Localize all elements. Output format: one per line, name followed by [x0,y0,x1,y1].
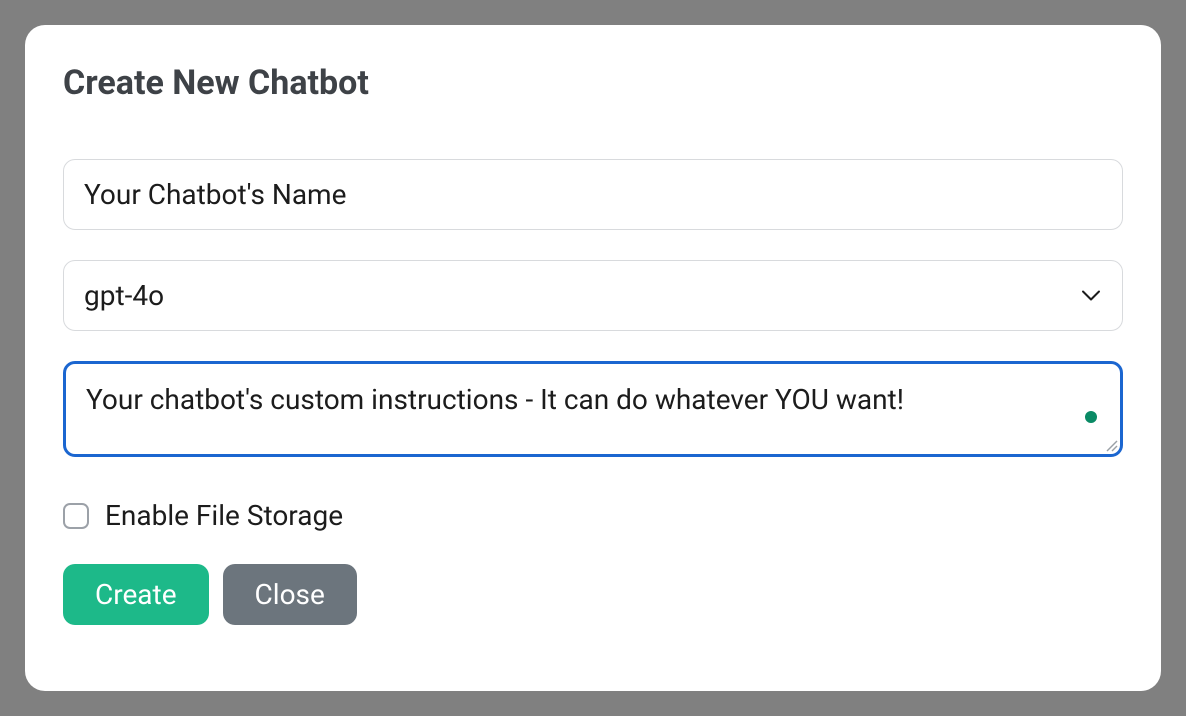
modal-title: Create New Chatbot [63,63,1123,103]
model-select-wrapper: gpt-4o [63,260,1123,331]
file-storage-row: Enable File Storage [63,499,1123,532]
chatbot-name-input[interactable] [63,159,1123,230]
file-storage-label[interactable]: Enable File Storage [105,499,343,532]
name-field-group [63,159,1123,230]
model-field-group: gpt-4o [63,260,1123,331]
instructions-textarea[interactable] [63,361,1123,457]
model-select[interactable]: gpt-4o [63,260,1123,331]
create-chatbot-modal: Create New Chatbot gpt-4o [25,25,1161,691]
instructions-field-group [63,361,1123,461]
file-storage-checkbox[interactable] [63,503,89,529]
button-row: Create Close [63,564,1123,625]
close-button[interactable]: Close [223,564,357,625]
status-dot-icon [1085,411,1097,423]
instructions-wrapper [63,361,1123,461]
create-button[interactable]: Create [63,564,209,625]
